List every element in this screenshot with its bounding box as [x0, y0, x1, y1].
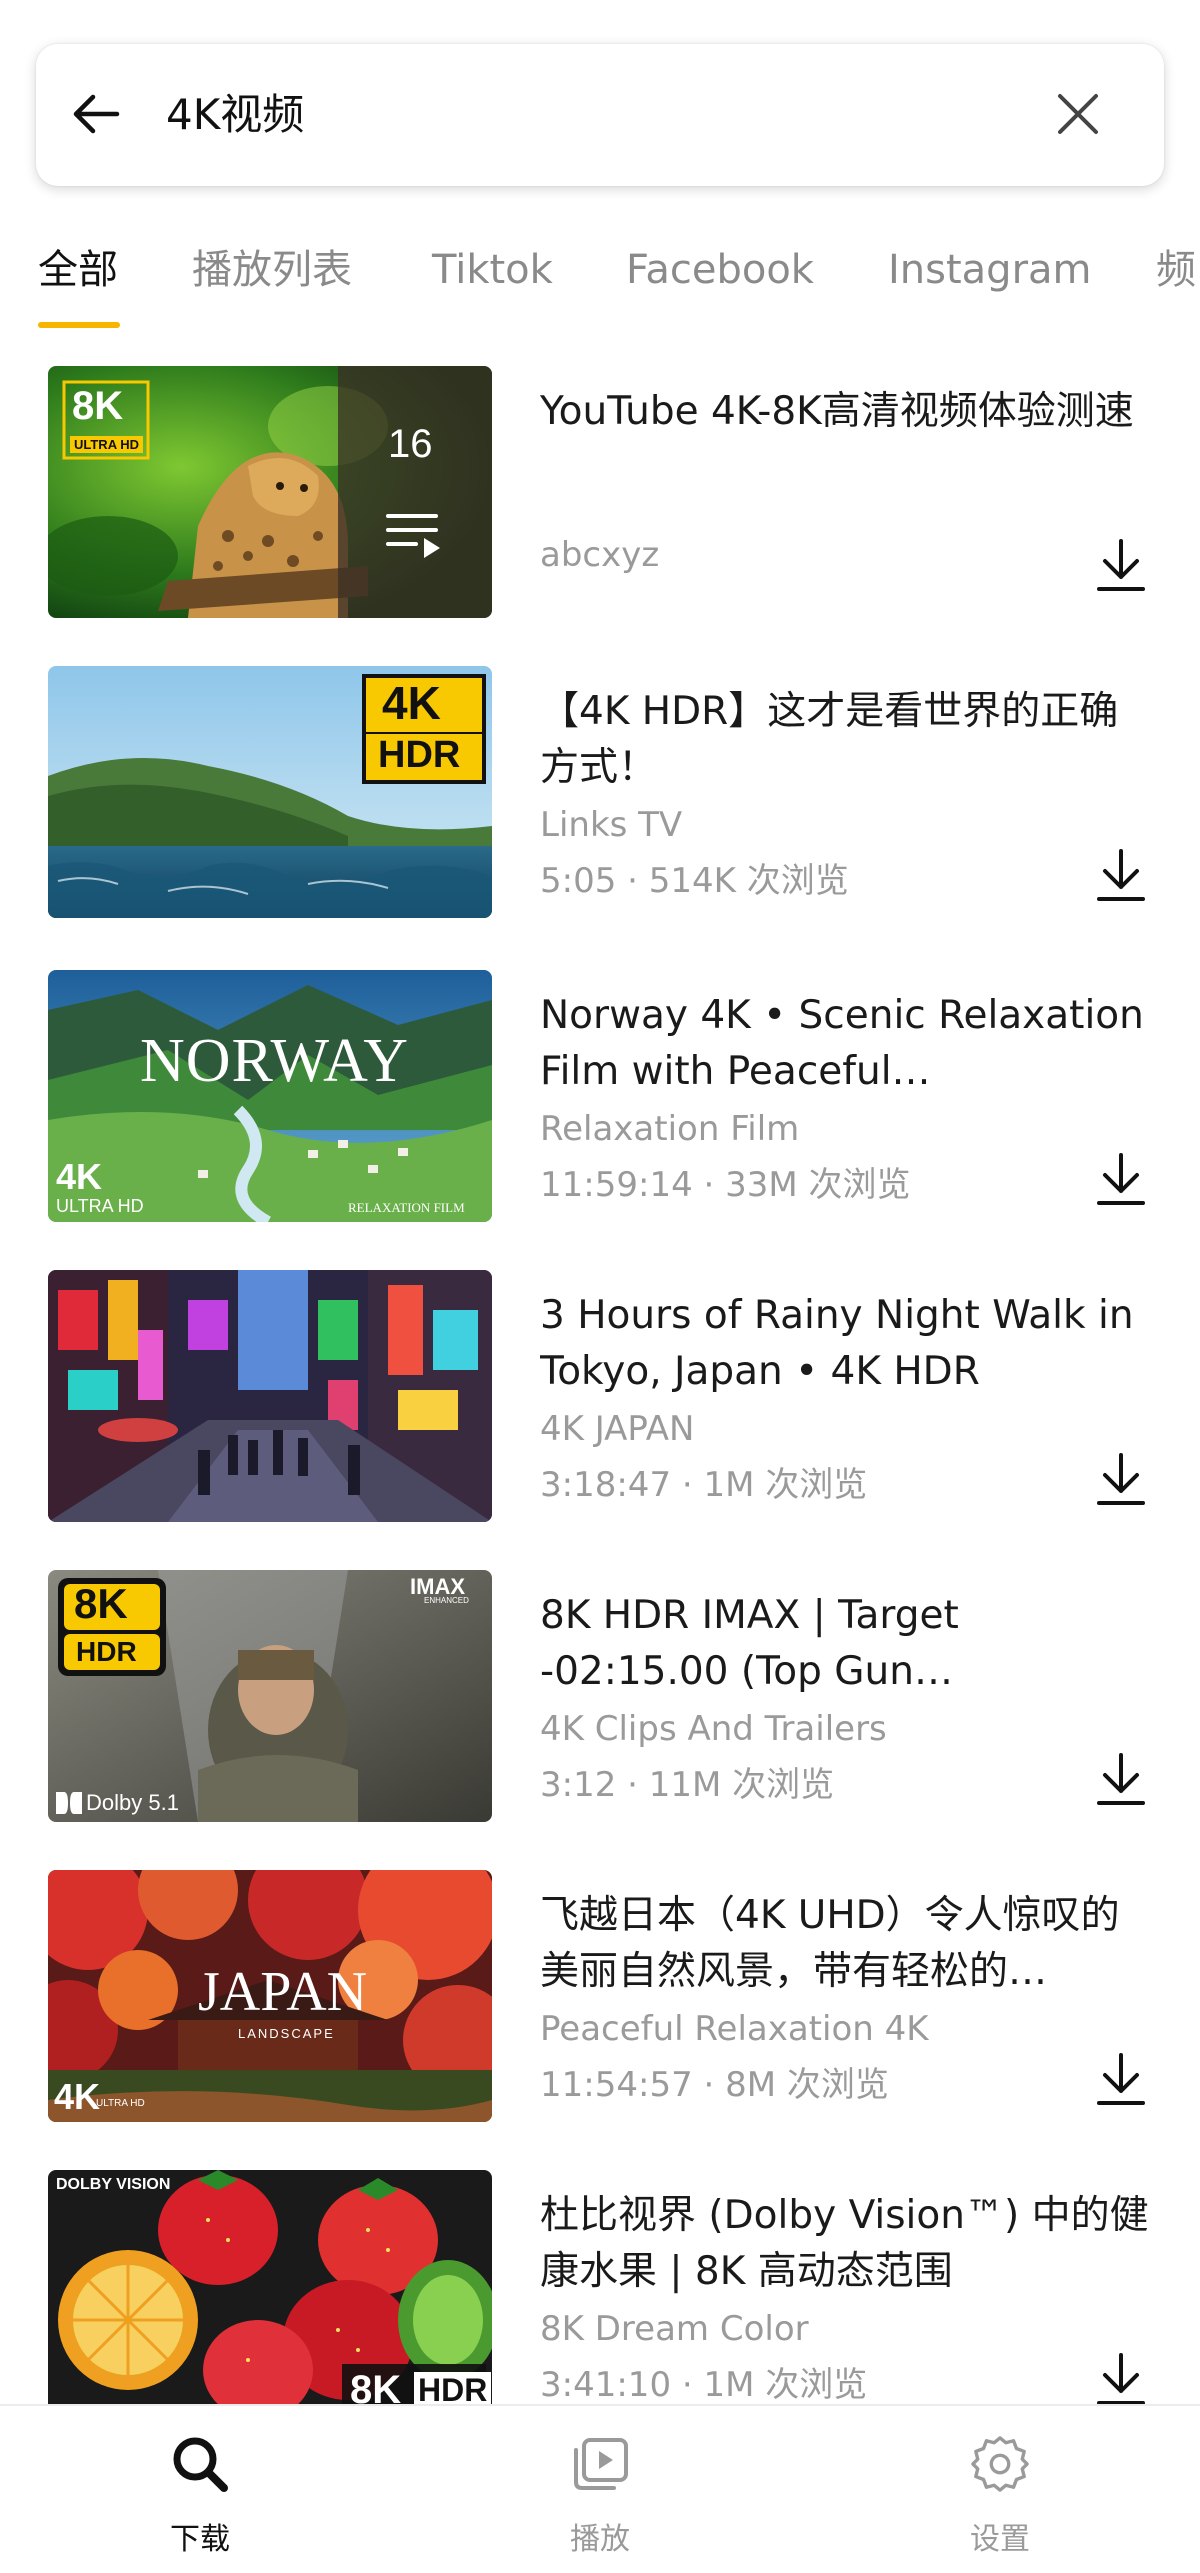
quality-badge-sub: ULTRA HD: [96, 2098, 145, 2109]
video-title[interactable]: YouTube 4K-8K高清视频体验测速: [540, 384, 1150, 440]
video-title[interactable]: 3 Hours of Rainy Night Walk in Tokyo, Ja…: [540, 1288, 1150, 1400]
video-title[interactable]: 8K HDR IMAX | Target -02:15.00 (Top Gun …: [540, 1588, 1150, 1700]
playlist-icon: [384, 508, 444, 558]
channel-name: 4K JAPAN: [540, 1409, 695, 1449]
channel-name: Links TV: [540, 805, 683, 845]
video-meta: 3:12 · 11M 次浏览: [540, 1765, 835, 1805]
dolby-icon: [56, 1792, 82, 1814]
search-input[interactable]: 4K视频: [166, 82, 304, 148]
video-meta: 11:54:57 · 8M 次浏览: [540, 2065, 889, 2105]
download-icon[interactable]: [1090, 1448, 1152, 1510]
tab-partial[interactable]: 频: [1156, 222, 1196, 318]
tab-all[interactable]: 全部: [38, 222, 118, 318]
nav-label: 下载: [170, 2522, 230, 2557]
quality-badge: 8K: [74, 1580, 128, 1627]
video-thumbnail[interactable]: JAPAN LANDSCAPE 4K ULTRA HD: [48, 1870, 492, 2122]
video-thumbnail[interactable]: 4K HDR: [48, 666, 492, 918]
tab-tiktok[interactable]: Tiktok: [432, 222, 553, 318]
nav-playback[interactable]: 播放: [500, 2406, 700, 2573]
video-list-item[interactable]: 4K HDR 【4K HDR】这才是看世界的正确方式！ Links TV 5:0…: [0, 666, 1200, 922]
video-meta: 11:59:14 · 33M 次浏览: [540, 1165, 911, 1205]
video-thumbnail[interactable]: 8K ULTRA HD 16: [48, 366, 492, 618]
video-title[interactable]: 飞越日本（4K UHD）令人惊叹的美丽自然风景，带有轻松的…: [540, 1888, 1150, 2000]
thumbnail-subtitle-text: LANDSCAPE: [238, 2026, 335, 2041]
tab-facebook[interactable]: Facebook: [626, 222, 814, 318]
video-list-item[interactable]: NORWAY 4K ULTRA HD RELAXATION FILM Norwa…: [0, 970, 1200, 1226]
active-tab-indicator: [38, 322, 120, 328]
thumbnail-title-text: NORWAY: [140, 1027, 409, 1095]
video-list-item[interactable]: 8K HDR IMAX ENHANCED Dolby 5.1 8K HDR IM…: [0, 1570, 1200, 1826]
imax-enhanced-label: ENHANCED: [424, 1596, 469, 1605]
video-list-item[interactable]: DOLBY VISION 8K HDR 杜比视界 (Dolby Vision™)…: [0, 2170, 1200, 2426]
download-icon[interactable]: [1090, 534, 1152, 596]
back-arrow-icon[interactable]: [66, 84, 126, 144]
bottom-navigation: 下载 播放 设置: [0, 2404, 1200, 2573]
video-meta: 5:05 · 514K 次浏览: [540, 861, 849, 901]
download-icon[interactable]: [1090, 2348, 1152, 2410]
video-list-item[interactable]: 8K ULTRA HD 16 YouTube 4K-8K高清视频体验测速 abc…: [0, 366, 1200, 622]
video-thumbnail[interactable]: NORWAY 4K ULTRA HD RELAXATION FILM: [48, 970, 492, 1222]
quality-badge: 4K: [382, 677, 441, 729]
quality-badge-sub: ULTRA HD: [70, 436, 143, 453]
quality-badge-sub: HDR: [378, 734, 461, 776]
quality-badge-sub: ULTRA HD: [56, 1196, 144, 1216]
dolby-vision-logo: DOLBY VISION: [56, 2176, 171, 2193]
gear-icon: [970, 2434, 1030, 2494]
video-title[interactable]: Norway 4K • Scenic Relaxation Film with …: [540, 988, 1150, 1100]
video-list-item[interactable]: JAPAN LANDSCAPE 4K ULTRA HD 飞越日本（4K UHD）…: [0, 1870, 1200, 2126]
channel-name: Peaceful Relaxation 4K: [540, 2009, 929, 2049]
tab-instagram[interactable]: Instagram: [888, 222, 1092, 318]
quality-badge: 8K: [72, 384, 124, 428]
nav-label: 播放: [570, 2522, 630, 2557]
channel-name: 8K Dream Color: [540, 2309, 809, 2349]
search-icon: [170, 2434, 230, 2494]
video-thumbnail[interactable]: 8K HDR IMAX ENHANCED Dolby 5.1: [48, 1570, 492, 1822]
channel-name: abcxyz: [540, 535, 660, 575]
download-icon[interactable]: [1090, 844, 1152, 906]
quality-badge: 4K: [54, 2076, 101, 2117]
download-icon[interactable]: [1090, 1748, 1152, 1810]
filter-tabs: 全部 播放列表 Tiktok Facebook Instagram 频: [0, 222, 1200, 332]
download-icon[interactable]: [1090, 1148, 1152, 1210]
quality-badge: 4K: [56, 1156, 103, 1197]
video-title[interactable]: 杜比视界 (Dolby Vision™) 中的健康水果 | 8K 高动态范围: [540, 2188, 1150, 2300]
quality-badge-sub: HDR: [76, 1636, 137, 1667]
channel-name: 4K Clips And Trailers: [540, 1709, 887, 1749]
nav-download[interactable]: 下载: [100, 2406, 300, 2573]
video-meta: 3:41:10 · 1M 次浏览: [540, 2365, 868, 2405]
nav-label: 设置: [970, 2522, 1030, 2557]
close-icon[interactable]: [1048, 84, 1108, 144]
download-icon[interactable]: [1090, 2048, 1152, 2110]
video-meta: 3:18:47 · 1M 次浏览: [540, 1465, 868, 1505]
nav-settings[interactable]: 设置: [900, 2406, 1100, 2573]
channel-watermark: RELAXATION FILM: [348, 1200, 465, 1215]
tab-playlists[interactable]: 播放列表: [192, 222, 352, 318]
play-library-icon: [570, 2434, 630, 2494]
video-title[interactable]: 【4K HDR】这才是看世界的正确方式！: [540, 684, 1150, 796]
thumbnail-title-text: JAPAN: [198, 1961, 368, 2023]
video-thumbnail[interactable]: [48, 1270, 492, 1522]
search-bar: 4K视频: [36, 44, 1164, 186]
video-thumbnail[interactable]: DOLBY VISION 8K HDR: [48, 2170, 492, 2422]
playlist-count: 16: [388, 422, 433, 466]
channel-name: Relaxation Film: [540, 1109, 800, 1149]
audio-format-label: Dolby 5.1: [86, 1790, 179, 1815]
video-list-item[interactable]: 3 Hours of Rainy Night Walk in Tokyo, Ja…: [0, 1270, 1200, 1526]
